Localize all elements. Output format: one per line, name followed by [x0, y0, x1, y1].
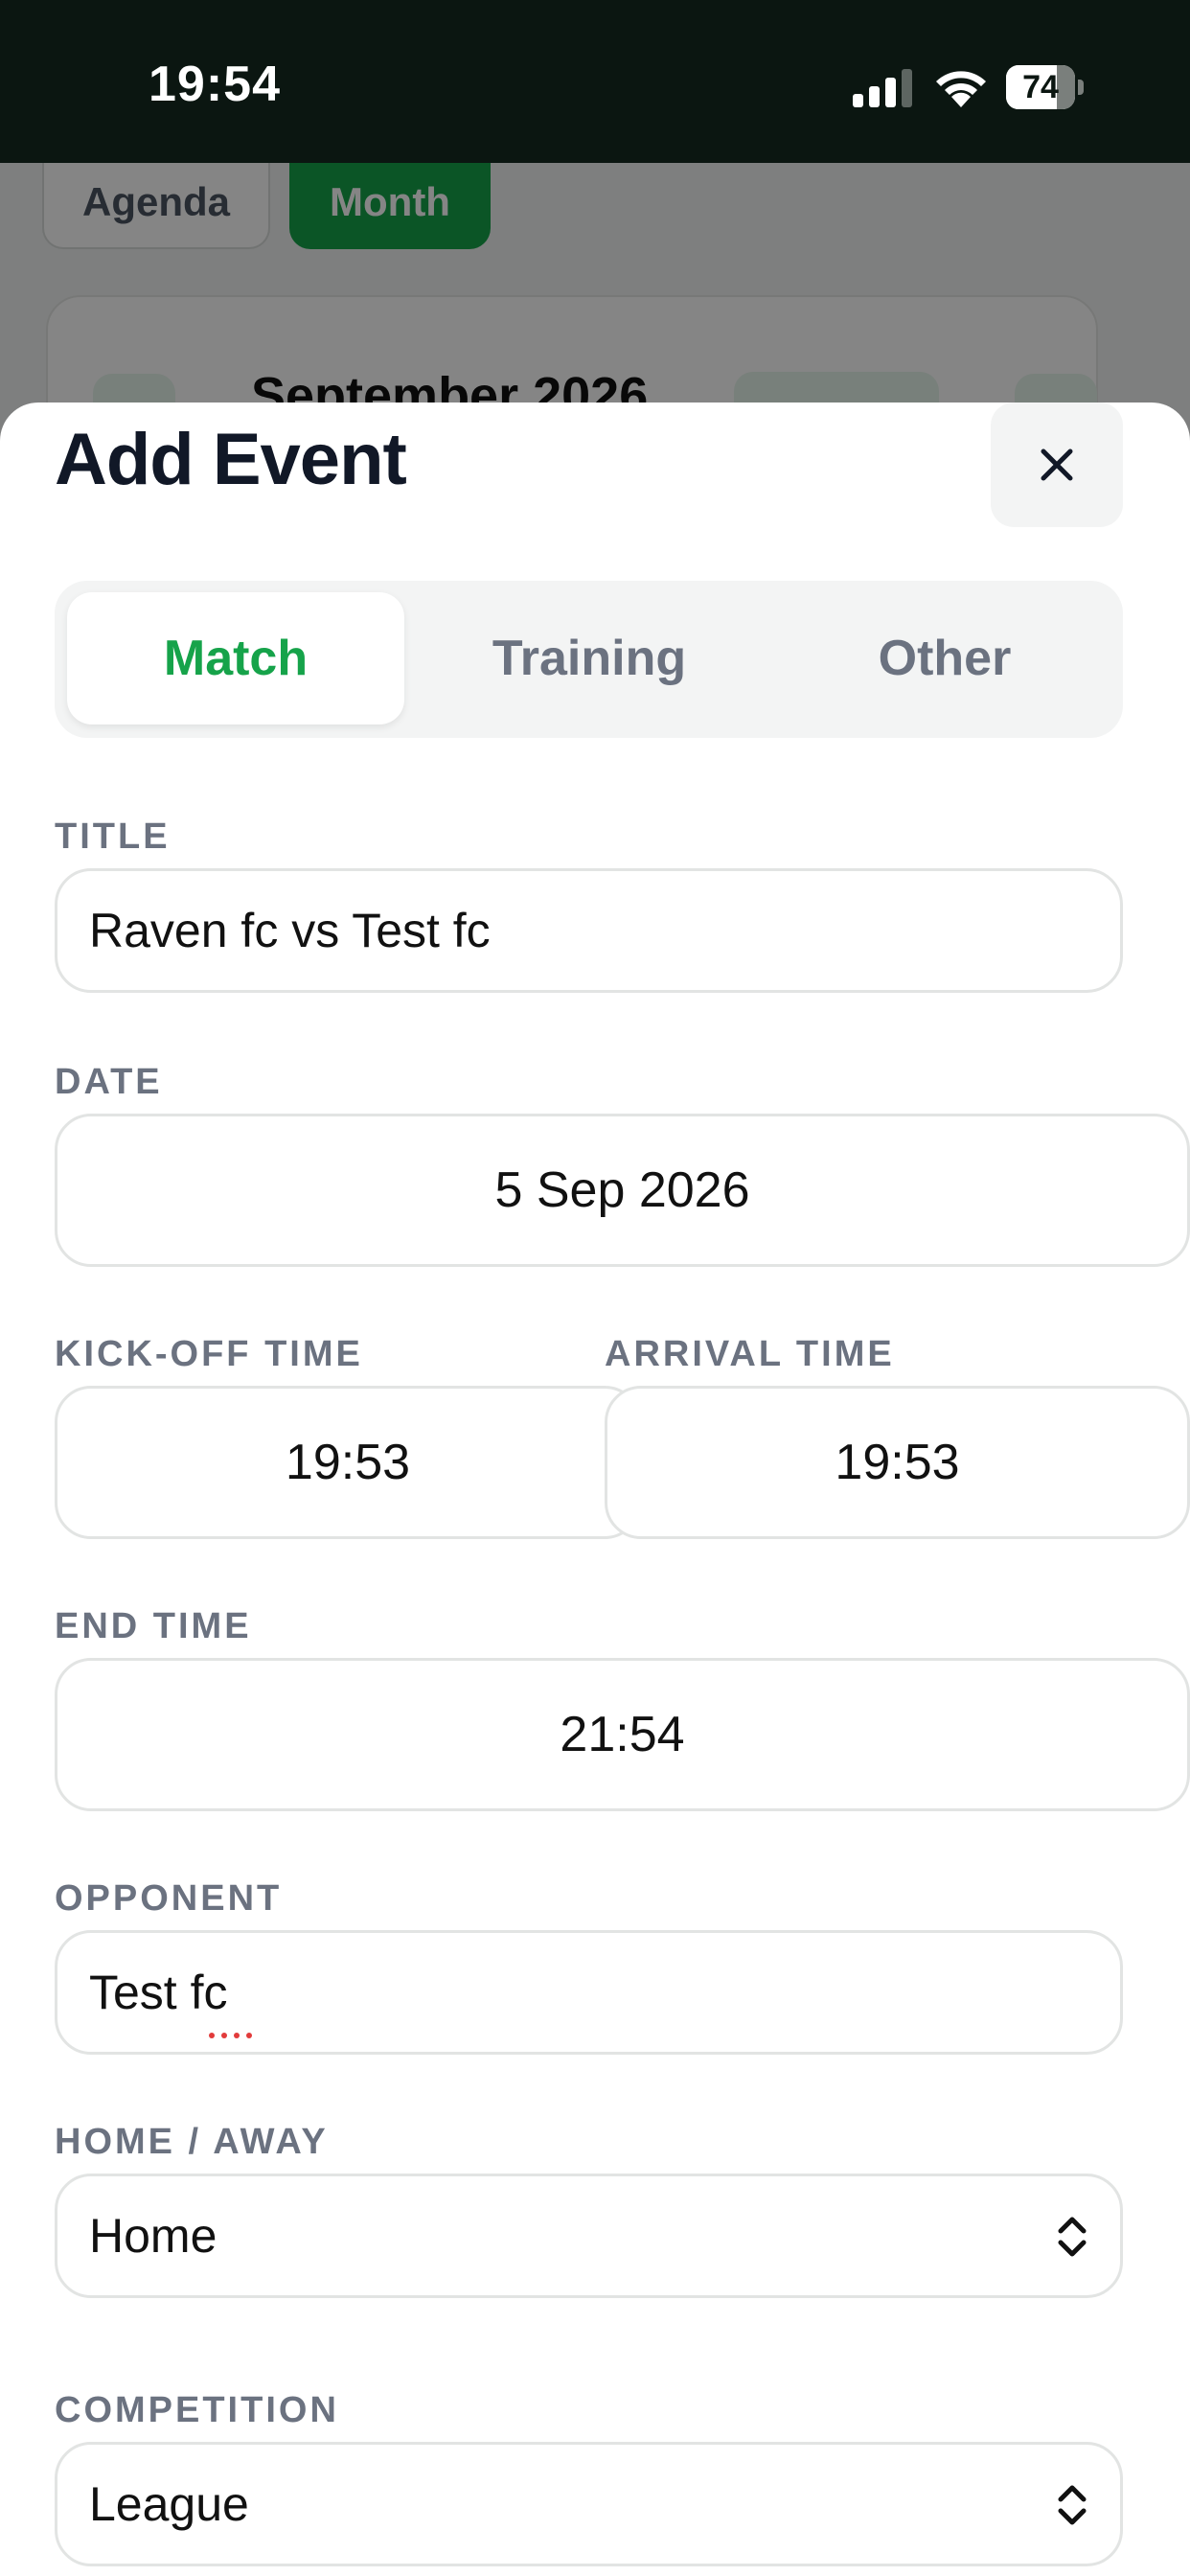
segment-training[interactable]: Training	[421, 592, 758, 724]
opponent-value: Test fc	[89, 1966, 228, 2019]
title-label: TITLE	[55, 816, 171, 857]
competition-value: League	[89, 2477, 249, 2531]
title-input[interactable]: Raven fc vs Test fc	[55, 868, 1123, 993]
segment-other[interactable]: Other	[776, 592, 1113, 724]
home-away-value: Home	[89, 2209, 217, 2263]
cellular-signal-icon	[853, 69, 912, 107]
date-label: DATE	[55, 1062, 163, 1102]
end-time-field[interactable]: 21:54	[55, 1658, 1190, 1811]
opponent-label: OPPONENT	[55, 1878, 283, 1919]
segment-match[interactable]: Match	[67, 592, 404, 724]
status-bar: 19:54 74	[0, 0, 1190, 163]
date-field[interactable]: 5 Sep 2026	[55, 1114, 1190, 1267]
chevron-up-down-icon	[1058, 2485, 1087, 2525]
end-time-label: END TIME	[55, 1606, 252, 1646]
kickoff-time-label: KICK-OFF TIME	[55, 1334, 363, 1374]
chevron-up-down-icon	[1058, 2217, 1087, 2257]
battery-icon: 74	[1006, 65, 1084, 109]
status-time: 19:54	[149, 57, 281, 112]
competition-select[interactable]: League	[55, 2442, 1123, 2566]
opponent-input[interactable]: Test fc	[55, 1930, 1123, 2055]
wifi-icon	[936, 71, 986, 107]
event-type-segmented-control: Match Training Other	[55, 581, 1123, 738]
kickoff-time-field[interactable]: 19:53	[55, 1386, 641, 1539]
arrival-time-field[interactable]: 19:53	[605, 1386, 1190, 1539]
competition-label: COMPETITION	[55, 2390, 339, 2430]
arrival-time-label: ARRIVAL TIME	[605, 1334, 895, 1374]
battery-percentage: 74	[1022, 69, 1059, 105]
add-event-sheet: Add Event Match Training Other TITLE Rav…	[0, 402, 1190, 2576]
sheet-title: Add Event	[55, 419, 407, 500]
close-button[interactable]	[991, 402, 1123, 527]
close-icon	[1041, 448, 1073, 481]
home-away-select[interactable]: Home	[55, 2174, 1123, 2298]
spellcheck-underline	[209, 2033, 252, 2038]
home-away-label: HOME / AWAY	[55, 2122, 329, 2162]
